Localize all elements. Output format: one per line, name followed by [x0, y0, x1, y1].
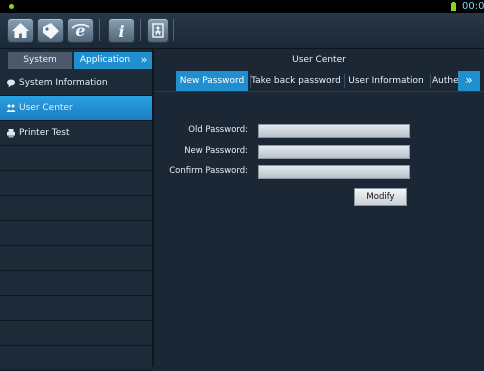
notification-dot-icon: [9, 4, 14, 9]
empty-list-row: [0, 221, 152, 246]
exit-icon: [152, 23, 164, 38]
empty-list-row: [0, 321, 152, 346]
empty-list-row: [0, 271, 152, 296]
modify-button[interactable]: Modify: [354, 188, 407, 206]
home-button[interactable]: [7, 18, 34, 43]
sidebar-item-printer-test[interactable]: Printer Test: [0, 121, 152, 146]
tab-authentication[interactable]: Authen: [432, 71, 458, 91]
new-password-label: New Password:: [184, 146, 248, 156]
page-title: User Center: [292, 55, 346, 65]
sidebar-item-user-center[interactable]: User Center: [0, 96, 152, 121]
printer-icon: [7, 129, 15, 138]
empty-list-row: [0, 171, 152, 196]
tab-system[interactable]: System: [8, 52, 72, 69]
confirm-password-label: Confirm Password:: [169, 166, 248, 176]
info-button[interactable]: i: [108, 18, 135, 43]
double-chevron-right-icon[interactable]: »: [136, 52, 152, 69]
toolbar: e i: [0, 13, 484, 49]
application-menu: System Information User Center Printer T…: [0, 71, 152, 371]
chat-bubble-icon: [7, 79, 15, 88]
sidebar-item-system-information[interactable]: System Information: [0, 71, 152, 96]
tab-application[interactable]: Application: [74, 52, 136, 69]
toolbar-separator: [140, 19, 141, 41]
tab-divider: [430, 74, 431, 88]
sidebar-item-label: User Center: [19, 103, 73, 113]
svg-text:e: e: [75, 21, 85, 40]
toolbar-separator: [99, 19, 100, 41]
browser-button[interactable]: e: [67, 18, 94, 43]
battery-icon: [451, 2, 456, 11]
svg-text:i: i: [118, 22, 124, 41]
empty-list-row: [0, 196, 152, 221]
empty-list-row: [0, 246, 152, 271]
toolbar-separator: [173, 19, 174, 41]
right-panel: User Center New Password Take back passw…: [154, 49, 484, 367]
tab-underline: [154, 91, 484, 92]
status-time: 00:01: [462, 1, 484, 12]
tag-icon: [43, 23, 59, 39]
tab-new-password[interactable]: New Password: [176, 71, 248, 91]
old-password-label: Old Password:: [188, 125, 248, 135]
new-password-field[interactable]: [258, 145, 410, 159]
empty-list-row: [0, 146, 152, 171]
left-panel: System Application » System Information …: [0, 49, 154, 371]
tab-user-information[interactable]: User Information: [345, 71, 427, 91]
users-icon: [6, 104, 16, 112]
user-center-tabs: New Password Take back password User Inf…: [172, 71, 484, 91]
old-password-field[interactable]: [258, 124, 410, 138]
sidebar-item-label: System Information: [19, 78, 108, 88]
double-chevron-right-icon[interactable]: »: [458, 71, 480, 91]
info-icon: i: [118, 22, 124, 41]
exit-button[interactable]: [147, 18, 169, 43]
tag-button[interactable]: [37, 18, 64, 43]
browser-icon: e: [71, 21, 90, 40]
confirm-password-field[interactable]: [258, 165, 410, 179]
status-bar: 00:01: [0, 0, 484, 13]
empty-list-row: [0, 346, 152, 371]
tab-take-back-password[interactable]: Take back password: [251, 71, 341, 91]
home-icon: [12, 23, 29, 38]
left-tabs: System Application »: [8, 52, 152, 69]
empty-list-row: [0, 296, 152, 321]
sidebar-item-label: Printer Test: [19, 128, 70, 138]
